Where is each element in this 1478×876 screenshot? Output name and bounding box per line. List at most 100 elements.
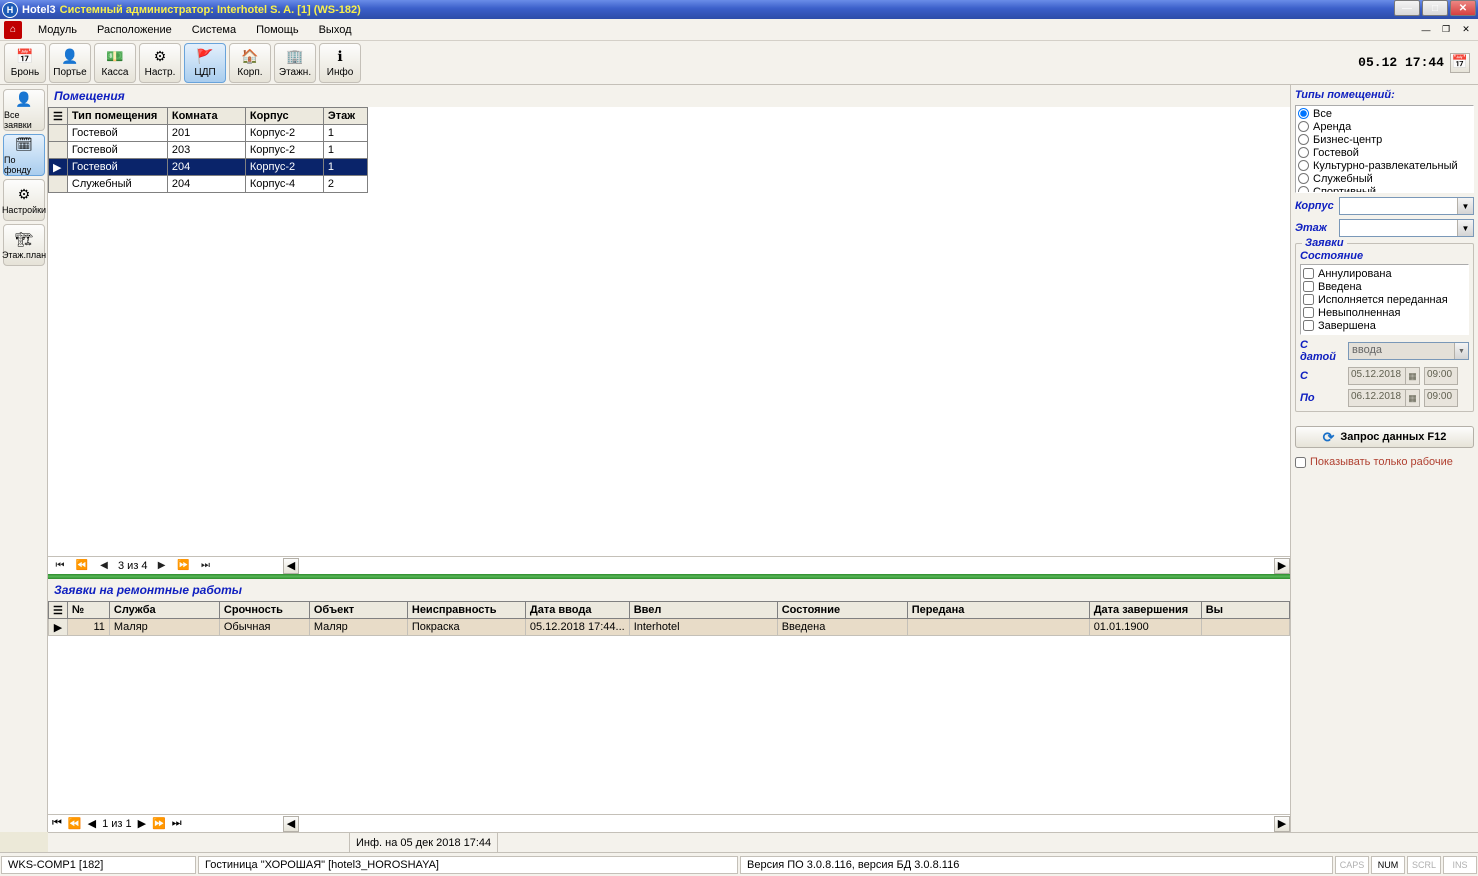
rscroll-left-button[interactable]: ◀ <box>283 816 299 832</box>
room-type-option[interactable]: Бизнес-центр <box>1298 133 1471 146</box>
nav-first[interactable]: ⏮ <box>52 559 68 573</box>
child-restore-button[interactable]: ❐ <box>1438 23 1454 37</box>
close-button[interactable]: ✕ <box>1450 0 1476 16</box>
state-option[interactable]: Исполняется переданная <box>1303 293 1466 306</box>
show-only-working-check[interactable]: Показывать только рабочие <box>1295 456 1474 468</box>
scroll-left-button[interactable]: ◀ <box>283 558 299 574</box>
rnav-prev[interactable]: ◀ <box>88 817 96 830</box>
rooms-col-marker[interactable]: ☰ <box>49 108 68 125</box>
requests-table[interactable]: ☰ № Служба Срочность Объект Неисправност… <box>48 601 1290 636</box>
state-option[interactable]: Введена <box>1303 280 1466 293</box>
filter-korpus-combo[interactable]: ▼ <box>1339 197 1474 215</box>
query-data-button[interactable]: ⟳ Запрос данных F12 <box>1295 426 1474 448</box>
req-col-num[interactable]: № <box>67 602 109 619</box>
req-col-marker[interactable]: ☰ <box>49 602 68 619</box>
calendar-icon[interactable]: ▦ <box>1405 368 1419 384</box>
room-type-radio[interactable] <box>1298 160 1309 171</box>
req-col-passed[interactable]: Передана <box>907 602 1089 619</box>
table-row[interactable]: Гостевой203Корпус-21 <box>49 142 368 159</box>
calendar-icon[interactable]: ▦ <box>1405 390 1419 406</box>
scroll-right-button[interactable]: ▶ <box>1274 558 1290 574</box>
toolbar-settings[interactable]: ⚙Настр. <box>139 43 181 83</box>
room-type-radio[interactable] <box>1298 108 1309 119</box>
room-type-radio[interactable] <box>1298 134 1309 145</box>
menu-exit[interactable]: Выход <box>309 22 362 38</box>
nav-nextpage[interactable]: ⏩ <box>176 559 192 573</box>
room-type-radio[interactable] <box>1298 173 1309 184</box>
rooms-col-floor[interactable]: Этаж <box>323 108 367 125</box>
nav-last[interactable]: ⏭ <box>198 559 214 573</box>
req-col-entered[interactable]: Дата ввода <box>525 602 629 619</box>
state-checkbox[interactable] <box>1303 268 1314 279</box>
rnav-next[interactable]: ▶ <box>138 817 146 830</box>
table-row[interactable]: Гостевой201Корпус-21 <box>49 125 368 142</box>
rooms-table[interactable]: ☰ Тип помещения Комната Корпус Этаж Гост… <box>48 107 368 193</box>
menu-module[interactable]: Модуль <box>28 22 87 38</box>
calendar-button[interactable]: 📅 <box>1450 53 1470 73</box>
menu-system[interactable]: Система <box>182 22 246 38</box>
state-checkbox[interactable] <box>1303 294 1314 305</box>
room-type-option[interactable]: Гостевой <box>1298 146 1471 159</box>
req-col-by[interactable]: Ввел <box>629 602 777 619</box>
states-checklist[interactable]: АннулированаВведенаИсполняется переданна… <box>1300 264 1469 335</box>
filter-time-from[interactable]: 09:00 <box>1424 367 1458 385</box>
room-type-radio[interactable] <box>1298 147 1309 158</box>
menu-layout[interactable]: Расположение <box>87 22 182 38</box>
rnav-last[interactable]: ⏭ <box>172 817 182 830</box>
left-floor-plan[interactable]: 🏗Этаж.план <box>3 224 45 266</box>
table-row[interactable]: Служебный204Корпус-42 <box>49 176 368 193</box>
room-type-option[interactable]: Аренда <box>1298 120 1471 133</box>
toolbar-floor[interactable]: 🏢Этажн. <box>274 43 316 83</box>
dropdown-icon[interactable]: ▼ <box>1457 220 1473 236</box>
state-option[interactable]: Аннулирована <box>1303 267 1466 280</box>
req-col-extra[interactable]: Вы <box>1201 602 1289 619</box>
req-col-object[interactable]: Объект <box>309 602 407 619</box>
rooms-col-room[interactable]: Комната <box>167 108 245 125</box>
menu-help[interactable]: Помощь <box>246 22 309 38</box>
req-col-state[interactable]: Состояние <box>777 602 907 619</box>
req-col-fault[interactable]: Неисправность <box>407 602 525 619</box>
filter-time-to[interactable]: 09:00 <box>1424 389 1458 407</box>
room-type-option[interactable]: Служебный <box>1298 172 1471 185</box>
dropdown-icon[interactable]: ▼ <box>1457 198 1473 214</box>
toolbar-korp[interactable]: 🏠Корп. <box>229 43 271 83</box>
toolbar-porter[interactable]: 👤Портье <box>49 43 91 83</box>
show-only-working-checkbox[interactable] <box>1295 457 1306 468</box>
room-type-option[interactable]: Спортивный <box>1298 185 1471 193</box>
room-type-option[interactable]: Все <box>1298 107 1471 120</box>
rnav-nextpage[interactable]: ⏩ <box>152 817 166 830</box>
table-row[interactable]: ▶11МалярОбычнаяМалярПокраска05.12.2018 1… <box>49 619 1290 636</box>
state-checkbox[interactable] <box>1303 320 1314 331</box>
state-option[interactable]: Невыполненная <box>1303 306 1466 319</box>
child-close-button[interactable]: ✕ <box>1458 23 1474 37</box>
req-col-service[interactable]: Служба <box>109 602 219 619</box>
filter-withdate-combo[interactable]: ввода▼ <box>1348 342 1469 360</box>
nav-prev[interactable]: ◀ <box>96 559 112 573</box>
room-type-option[interactable]: Культурно-развлекательный <box>1298 159 1471 172</box>
dropdown-icon[interactable]: ▼ <box>1454 343 1468 359</box>
rnav-first[interactable]: ⏮ <box>52 817 62 830</box>
room-types-list[interactable]: ВсеАрендаБизнес-центрГостевойКультурно-р… <box>1295 105 1474 193</box>
state-checkbox[interactable] <box>1303 307 1314 318</box>
room-type-radio[interactable] <box>1298 121 1309 132</box>
nav-prevpage[interactable]: ⏪ <box>74 559 90 573</box>
table-row[interactable]: ▶Гостевой204Корпус-21 <box>49 159 368 176</box>
rooms-col-type[interactable]: Тип помещения <box>67 108 167 125</box>
child-minimize-button[interactable]: — <box>1418 23 1434 37</box>
rnav-prevpage[interactable]: ⏪ <box>68 817 82 830</box>
rooms-col-korpus[interactable]: Корпус <box>245 108 323 125</box>
left-by-fund[interactable]: 🗓По фонду <box>3 134 45 176</box>
state-checkbox[interactable] <box>1303 281 1314 292</box>
toolbar-kassa[interactable]: 💵Касса <box>94 43 136 83</box>
rscroll-right-button[interactable]: ▶ <box>1274 816 1290 832</box>
toolbar-bron[interactable]: 📅Бронь <box>4 43 46 83</box>
req-col-completed[interactable]: Дата завершения <box>1089 602 1201 619</box>
req-col-urgency[interactable]: Срочность <box>219 602 309 619</box>
toolbar-info[interactable]: ℹИнфо <box>319 43 361 83</box>
filter-date-from[interactable]: 05.12.2018▦ <box>1348 367 1420 385</box>
maximize-button[interactable]: □ <box>1422 0 1448 16</box>
state-option[interactable]: Завершена <box>1303 319 1466 332</box>
toolbar-cdp[interactable]: 🚩ЦДП <box>184 43 226 83</box>
room-type-radio[interactable] <box>1298 186 1309 193</box>
nav-next[interactable]: ▶ <box>154 559 170 573</box>
